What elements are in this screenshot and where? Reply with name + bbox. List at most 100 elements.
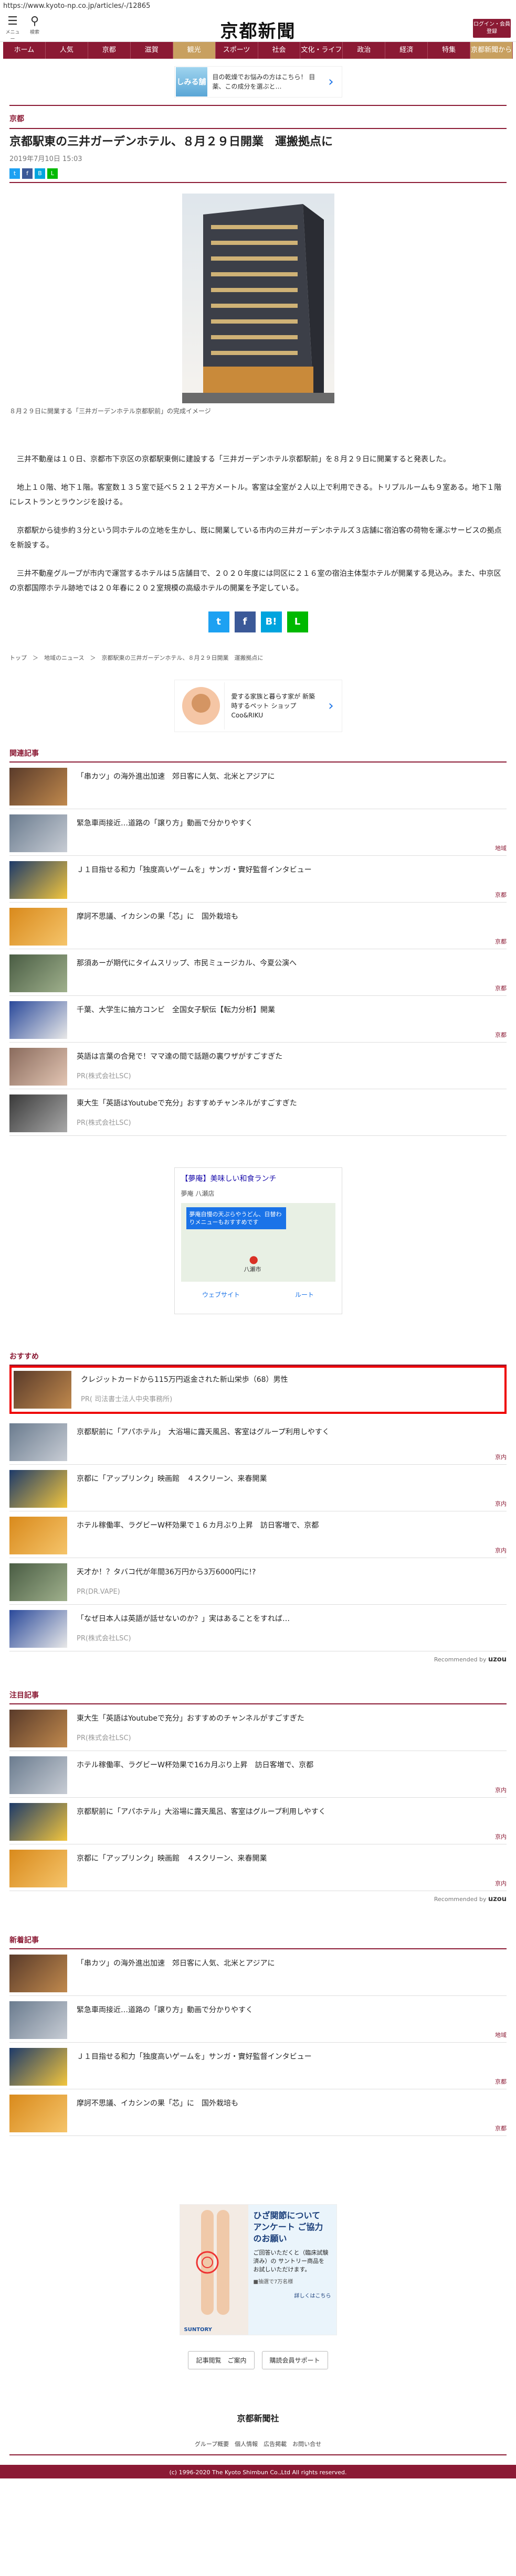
nav-item[interactable]: スポーツ xyxy=(216,42,258,59)
ad-body: ご回答いただくと（臨床試験済み）の サントリー商品を お試しいただけます。 xyxy=(253,2249,329,2273)
list-item[interactable]: 緊急車両接近…道路の「譲り方」動画で分かりやすく地域 xyxy=(9,1996,507,2043)
category-tag[interactable]: 京内 xyxy=(495,1879,507,1887)
nav-item[interactable]: 政治 xyxy=(343,42,386,59)
pr-label: PR(株式会社LSC) xyxy=(77,1734,131,1742)
uzou-logo: uzou xyxy=(488,1895,507,1903)
list-item-title: 緊急車両接近…道路の「譲り方」動画で分かりやすく xyxy=(77,2006,253,2014)
list-item[interactable]: 英語は言葉の合発で！ママ達の間で話題の裏ワザがすごすぎた PR(株式会社LSC) xyxy=(9,1043,507,1089)
recommended-by[interactable]: Recommended by uzou xyxy=(9,1895,507,1903)
list-item[interactable]: 京都に「アップリンク」映画館 ４スクリーン、来春開業 京内 xyxy=(9,1844,507,1891)
list-item[interactable]: 「串カツ」の海外進出加速 郊日客に人気、北米とアジアに xyxy=(9,1949,507,1996)
hatena-share-button[interactable]: B! xyxy=(260,611,282,632)
map-view[interactable]: 夢庵自慢の天ぷらやうどん、日替わりメニューもおすすめです ● 八瀬市 xyxy=(181,1203,335,1282)
category-tag[interactable]: 京都 xyxy=(495,984,507,992)
list-item[interactable]: 千葉、大学生に抽方コンビ 全国女子駅伝【転力分析】開業京都 xyxy=(9,996,507,1043)
article-category[interactable]: 京都 xyxy=(9,113,507,124)
related-list: 「串カツ」の海外進出加速 郊日客に人気、北米とアジアに 緊急車両接近…道路の「譲り… xyxy=(0,763,516,1136)
line-share-button[interactable]: L xyxy=(287,611,308,632)
category-tag[interactable]: 京内 xyxy=(495,1499,507,1508)
footer-button[interactable]: 購読会員サポート xyxy=(261,2351,328,2369)
twitter-icon[interactable]: t xyxy=(9,168,20,179)
list-item[interactable]: 東大生「英語はYoutubeで充分」おすすめチャンネルがすごすぎた PR(株式会社… xyxy=(9,1089,507,1136)
list-item[interactable]: クレジットカードから115万円返金された新山栄歩（68）男性 PR( 司法書士法人… xyxy=(9,1366,507,1414)
list-item[interactable]: 摩訶不思議、イカシンの果「芯」に 国外栽培も 京都 xyxy=(9,903,507,949)
nav-item[interactable]: 人気 xyxy=(46,42,88,59)
list-item[interactable]: ホテル稼働率、ラグビーW杯効果で１６カ月ぶり上昇 訪日客増で、京都 京内 xyxy=(9,1511,507,1558)
list-item-title: Ｊ１目指せる和力「独度高いゲームを」サンガ・實好監督インタビュー xyxy=(77,866,312,874)
list-item-title: 天才か！？タバコ代が年間36万円から3万6000円に!? xyxy=(77,1568,256,1576)
article-paragraph: 京都駅から徒歩約３分という同ホテルの立地を生かし、既に開業している市内の三井ガー… xyxy=(9,527,502,550)
url-bar[interactable]: https://www.kyoto-np.co.jp/articles/-/12… xyxy=(0,0,516,13)
thumbnail xyxy=(9,954,67,992)
route-button[interactable]: ルート xyxy=(295,1290,314,1299)
nav-item[interactable]: 経済 xyxy=(385,42,428,59)
mid-ad-banner[interactable]: 愛する家族と暮らす家が 新築時するペット ショップCoo&RIKU › xyxy=(174,680,342,732)
divider xyxy=(9,105,507,106)
nav-item[interactable]: 特集 xyxy=(428,42,471,59)
list-item[interactable]: 京都に「アップリンク」映画館 ４スクリーン、来春開業京内 xyxy=(9,1465,507,1511)
thumbnail xyxy=(9,861,67,899)
list-item[interactable]: 京都駅前に「アパホテル」 大浴場に露天風呂、客室はグループ利用しやすく 京内 xyxy=(9,1418,507,1465)
nav-item[interactable]: 滋賀 xyxy=(131,42,173,59)
nav-item[interactable]: 京都 xyxy=(88,42,131,59)
knee-ad-banner[interactable]: SUNTORY ひざ関節について アンケート ご協力のお願い ご回答いただくと（… xyxy=(179,2204,337,2335)
list-item[interactable]: 「なぜ日本人は英語が話せないのか？」実はあることをすれば… PR(株式会社LSC) xyxy=(9,1605,507,1651)
list-item-title: 京都に「アップリンク」映画館 ４スクリーン、来春開業 xyxy=(77,1475,267,1483)
list-item[interactable]: ホテル稼働率、ラグビーW杯効果で16カ月ぶり上昇 訪日客増で、京都京内 xyxy=(9,1751,507,1798)
list-item[interactable]: 摩訶不思議、イカシンの果「芯」に 国外栽培も 京都 xyxy=(9,2089,507,2136)
category-tag[interactable]: 京都 xyxy=(495,890,507,899)
footer-links[interactable]: グループ概要 個人情報 広告掲載 お問い合せ xyxy=(9,2440,507,2455)
list-item-title: 緊急車両接近…道路の「譲り方」動画で分かりやすく xyxy=(77,819,253,828)
list-item-title: 千葉、大学生に抽方コンビ 全国女子駅伝【転力分析】開業 xyxy=(77,1006,275,1014)
nav-item[interactable]: 社会 xyxy=(258,42,301,59)
thumbnail xyxy=(9,1001,67,1039)
category-tag[interactable]: 京都 xyxy=(495,937,507,946)
category-tag[interactable]: 京内 xyxy=(495,1546,507,1554)
category-tag[interactable]: 地域 xyxy=(495,844,507,852)
list-item[interactable]: Ｊ１目指せる和力「独度高いゲームを」サンガ・實好監督インタビュー京都 xyxy=(9,856,507,903)
list-item[interactable]: 緊急車両接近…道路の「譲り方」動画で分かりやすく地域 xyxy=(9,809,507,856)
top-ad-banner[interactable]: しみる舗 目の乾燥でお悩みの方はこちら！ 目薬、この成分を選ぶと… › xyxy=(174,66,342,98)
list-item[interactable]: 東大生「英語はYoutubeで充分」おすすめのチャンネルがすごすぎた PR(株式会… xyxy=(9,1704,507,1751)
nav-item[interactable]: 文化・ライフ xyxy=(300,42,343,59)
list-item[interactable]: Ｊ１目指せる和力「独度高いゲームを」サンガ・實好監督インタビュー 京都 xyxy=(9,2043,507,2089)
category-tag[interactable]: 京内 xyxy=(495,1453,507,1461)
category-tag[interactable]: 京内 xyxy=(495,1832,507,1841)
line-icon[interactable]: L xyxy=(47,168,58,179)
map-ad[interactable]: 【夢庵】美味しい和食ランチ 夢庵 八瀬店 夢庵自慢の天ぷらやうどん、日替わりメニ… xyxy=(174,1167,342,1314)
category-tag[interactable]: 京内 xyxy=(495,1786,507,1794)
facebook-icon[interactable]: f xyxy=(22,168,33,179)
article: 京都駅東の三井ガーデンホテル、８月２９日開業 運搬拠点に 2019年7月10日 … xyxy=(0,134,516,632)
website-button[interactable]: ウェブサイト xyxy=(202,1290,240,1299)
list-item[interactable]: 「串カツ」の海外進出加速 郊日客に人気、北米とアジアに xyxy=(9,763,507,809)
category-tag[interactable]: 京都 xyxy=(495,2124,507,2132)
thumbnail xyxy=(9,908,67,946)
category-tag[interactable]: 京都 xyxy=(495,1031,507,1039)
ad-link[interactable]: 詳しくはこちら xyxy=(254,2291,331,2299)
breadcrumb[interactable]: トップ ＞ 地域のニュース ＞ 京都駅東の三井ガーデンホテル、８月２９日開業 運… xyxy=(0,653,516,672)
site-logo[interactable]: 京都新聞 xyxy=(0,17,516,42)
facebook-share-button[interactable]: f xyxy=(234,611,256,632)
footer-button[interactable]: 記事閲覧 ご案内 xyxy=(188,2351,255,2369)
list-item[interactable]: 天才か！？タバコ代が年間36万円から3万6000円に!? PR(DR.VAPE) xyxy=(9,1558,507,1605)
hatena-icon[interactable]: B xyxy=(35,168,45,179)
category-tag[interactable]: 地域 xyxy=(495,2031,507,2039)
list-item[interactable]: 那須あーが期代にタイムスリップ、市民ミュージカル、今夏公演へ 京都 xyxy=(9,949,507,996)
twitter-share-button[interactable]: t xyxy=(208,611,229,632)
footer-logo[interactable]: 京都新聞社 xyxy=(0,2411,516,2424)
recommended-by[interactable]: Recommended by uzou xyxy=(9,1656,507,1663)
article-photo[interactable] xyxy=(182,194,334,403)
thumbnail xyxy=(9,1470,67,1508)
ad-text: 目の乾燥でお悩みの方はこちら！ 目薬、この成分を選ぶと… xyxy=(212,73,315,90)
list-item[interactable]: 京都駅前に「アパホテル」大浴場に露天風呂、客室はグループ利用しやすく 京内 xyxy=(9,1798,507,1844)
nav-item[interactable]: ホーム xyxy=(3,42,46,59)
nav-item[interactable]: 観光 xyxy=(173,42,216,59)
list-item-title: 「串カツ」の海外進出加速 郊日客に人気、北米とアジアに xyxy=(77,772,275,781)
category-tag[interactable]: 京都 xyxy=(495,2077,507,2086)
article-paragraph: 地上１０階、地下１階。客室数１３５室で延べ５２１２平方メートル。客室は全室が２人… xyxy=(9,484,502,507)
list-item-title: ホテル稼働率、ラグビーW杯効果で16カ月ぶり上昇 訪日客増で、京都 xyxy=(77,1761,314,1769)
thumbnail xyxy=(9,1955,67,1992)
login-button[interactable]: ログイン・会員登録 xyxy=(473,19,511,38)
chevron-right-icon: › xyxy=(328,74,334,90)
nav-item[interactable]: 京都新聞から xyxy=(470,42,513,59)
